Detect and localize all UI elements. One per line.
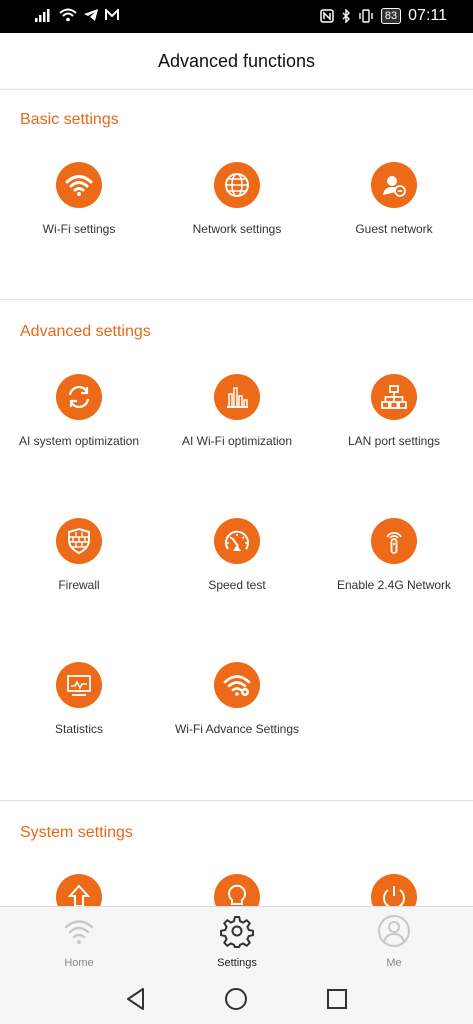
system-upgrade-tile[interactable] xyxy=(0,874,158,906)
section-divider xyxy=(0,800,473,801)
tile-label: AI system optimization xyxy=(18,434,140,448)
system-nav-bar xyxy=(0,972,473,1024)
tile-label: AI Wi-Fi optimization xyxy=(181,434,293,448)
bluetooth-icon xyxy=(342,9,350,23)
section-title-advanced: Advanced settings xyxy=(20,323,151,340)
section-title-system: System settings xyxy=(20,824,133,841)
mail-icon xyxy=(105,9,119,20)
page-title: Advanced functions xyxy=(157,51,316,71)
lightbulb-icon xyxy=(214,874,260,906)
status-right: 83 07:11 xyxy=(320,7,447,25)
page-header: Advanced functions xyxy=(0,33,473,90)
tile-label: Network settings xyxy=(192,222,282,236)
ai-system-optimization-tile[interactable]: AI system optimization xyxy=(0,374,158,448)
upgrade-arrow-icon xyxy=(56,874,102,906)
tile-label: Speed test xyxy=(208,578,266,592)
home-circle-icon[interactable] xyxy=(223,986,249,1012)
statistics-tile[interactable]: Statistics xyxy=(0,662,158,736)
tile-label: Wi-Fi Advance Settings xyxy=(174,722,300,736)
tile-label: Firewall xyxy=(58,578,100,592)
antenna-signal-icon xyxy=(371,518,417,564)
telegram-icon xyxy=(84,9,98,21)
bar-chart-icon xyxy=(214,374,260,420)
led-control-tile[interactable] xyxy=(158,874,316,906)
firewall-tile[interactable]: Firewall xyxy=(0,518,158,592)
ai-wifi-optimization-tile[interactable]: AI Wi-Fi optimization xyxy=(158,374,316,448)
section-divider xyxy=(0,299,473,300)
user-icon xyxy=(378,915,410,947)
wifi-advance-settings-tile[interactable]: Wi-Fi Advance Settings xyxy=(158,662,316,736)
tile-label: Statistics xyxy=(54,722,103,736)
wifi-settings-tile[interactable]: Wi-Fi settings xyxy=(0,162,158,236)
firewall-shield-icon xyxy=(56,518,102,564)
tab-label: Me xyxy=(386,957,402,969)
wifi-gear-icon xyxy=(214,662,260,708)
reboot-tile[interactable] xyxy=(315,874,473,906)
wifi-icon xyxy=(64,920,94,944)
recents-square-icon[interactable] xyxy=(324,986,350,1012)
bottom-tab-bar: Home Settings Me xyxy=(0,906,473,973)
speedometer-icon xyxy=(214,518,260,564)
gear-icon xyxy=(220,916,254,948)
tile-label: LAN port settings xyxy=(347,434,441,448)
lan-port-settings-tile[interactable]: LAN port settings xyxy=(315,374,473,448)
status-bar: 83 07:11 xyxy=(0,0,473,33)
status-left xyxy=(35,8,119,22)
signal-icon xyxy=(35,9,50,22)
wifi-status-icon xyxy=(59,8,77,22)
tab-me[interactable]: Me xyxy=(315,907,473,973)
tile-label: Enable 2.4G Network xyxy=(336,578,452,592)
nfc-icon xyxy=(320,9,334,23)
power-icon xyxy=(371,874,417,906)
network-tree-icon xyxy=(371,374,417,420)
tile-label: Guest network xyxy=(355,222,433,236)
guest-user-icon xyxy=(371,162,417,208)
enable-24g-network-tile[interactable]: Enable 2.4G Network xyxy=(315,518,473,592)
wifi-icon xyxy=(56,162,102,208)
battery-indicator: 83 xyxy=(380,8,402,24)
tab-label: Home xyxy=(64,957,94,969)
status-time: 07:11 xyxy=(408,7,447,24)
globe-icon xyxy=(214,162,260,208)
tile-label: Wi-Fi settings xyxy=(42,222,116,236)
settings-content: Basic settings Wi-Fi settings Network se… xyxy=(0,90,473,906)
speed-test-tile[interactable]: Speed test xyxy=(158,518,316,592)
vibrate-icon xyxy=(359,9,373,23)
tab-label: Settings xyxy=(217,957,257,969)
tab-home[interactable]: Home xyxy=(0,907,158,973)
guest-network-tile[interactable]: Guest network xyxy=(315,162,473,236)
section-title-basic: Basic settings xyxy=(20,111,119,128)
back-icon[interactable] xyxy=(123,986,149,1012)
refresh-icon xyxy=(56,374,102,420)
tab-settings[interactable]: Settings xyxy=(158,907,316,973)
network-settings-tile[interactable]: Network settings xyxy=(158,162,316,236)
monitor-chart-icon xyxy=(56,662,102,708)
